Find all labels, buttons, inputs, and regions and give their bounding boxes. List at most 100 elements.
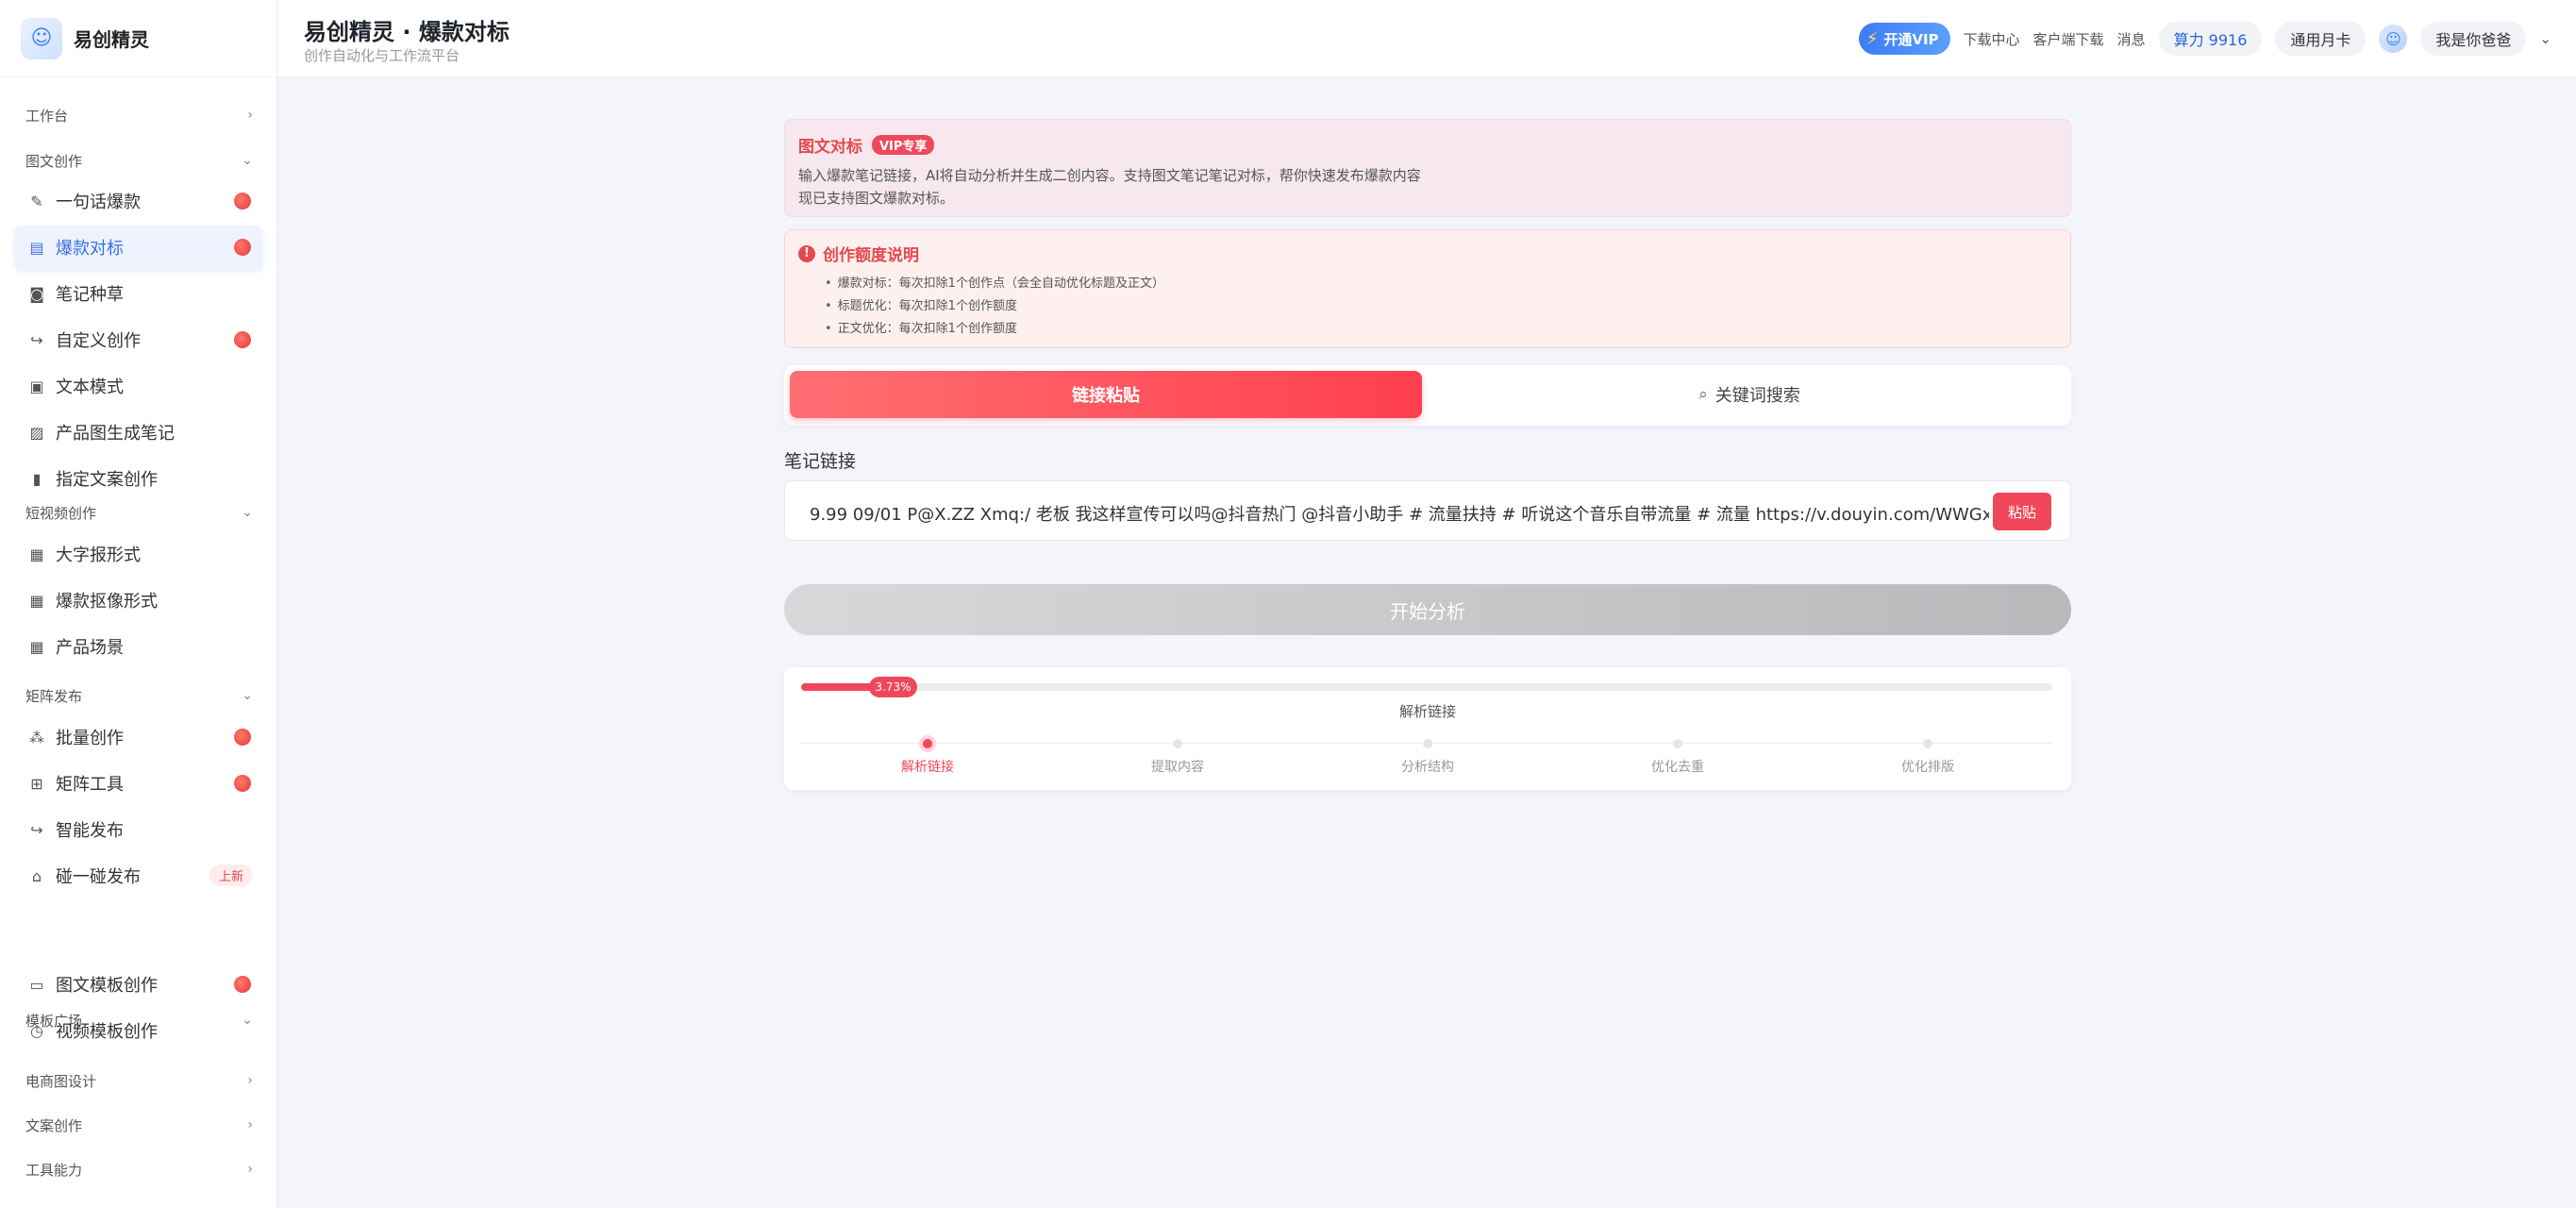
camera-icon: ◙ [29,284,44,303]
pencil-icon: ✎ [30,192,43,210]
hot-icon [234,239,251,256]
chevron-down-icon: ⌄ [242,153,253,168]
client-download-link[interactable]: 客户端下载 [2033,29,2104,49]
sidebar-section-short-video[interactable]: 短视频创作 ⌄ [0,494,277,531]
sidebar-item-label: 爆款抠像形式 [56,592,158,612]
user-menu[interactable]: 我是你爸爸 [2420,22,2527,56]
sidebar-item-label: 指定文案创作 [56,470,158,490]
open-vip-label: 开通VIP [1883,30,1939,48]
brand[interactable]: ☺ 易创精灵 [0,0,276,77]
note-link-input[interactable]: 9.99 09/01 P@X.ZZ Xmq:/ 老板 我这样宣传可以吗@抖音热门… [810,501,1989,524]
sidebar-item-benchmark[interactable]: ▤ 爆款对标 [14,226,262,269]
quota-item: 标题优化：每次扣除1个创作额度 [825,295,2057,318]
sidebar-section-workbench[interactable]: 工作台 › [0,96,277,134]
intro-note: 现已支持图文爆款对标。 [798,190,955,207]
avatar[interactable]: ☺ [2379,25,2408,53]
sidebar-item-matrix-tools[interactable]: ⊞ 矩阵工具 [14,762,262,805]
sidebar-section-matrix-publish[interactable]: 矩阵发布 ⌄ [0,677,277,714]
quota-title: 创作额度说明 [823,246,919,265]
sidebar-section-tools[interactable]: 工具能力 › [0,1150,277,1188]
note-link-label: 笔记链接 [784,451,857,472]
sidebar-item-notes-seeding[interactable]: ◙ 笔记种草 [14,272,262,315]
sidebar-item-cutout[interactable]: ▦ 爆款抠像形式 [14,579,262,622]
calendar-icon: ▦ [29,591,44,610]
sidebar-section-label: 矩阵发布 [25,687,83,705]
sidebar-item-label: 文本模式 [56,378,124,397]
doc-icon: ▣ [29,377,44,395]
search-icon: ⌕ [1698,385,1708,404]
step-label: 优化去重 [1651,760,1704,775]
warning-icon: ! [798,244,815,262]
sidebar-item-label: 视频模板创作 [56,1022,158,1042]
messages-link[interactable]: 消息 [2117,29,2146,49]
sidebar-item-custom-creation[interactable]: ↪ 自定义创作 [14,318,262,361]
step-label: 优化排版 [1901,760,1954,775]
step-label: 提取内容 [1151,760,1204,775]
share-icon: ↪ [30,820,43,839]
hot-icon [234,729,251,746]
sidebar-item-label: 图文模板创作 [56,976,158,996]
step-dot [1173,739,1182,748]
download-center-link[interactable]: 下载中心 [1964,29,2020,49]
sidebar-section-label: 短视频创作 [25,504,97,522]
sidebar-item-label: 自定义创作 [56,331,141,351]
sidebar-item-tap-publish[interactable]: ⌂ 碰一碰发布 上新 [14,854,262,898]
open-vip-button[interactable]: ⚡ 开通VIP [1858,23,1950,55]
power-balance[interactable]: 算力 9916 [2158,22,2263,56]
intro-description: 输入爆款笔记链接，AI将自动分析并生成二创内容。支持图文笔记笔记对标，帮你快速发… [798,167,1421,184]
sidebar-section-label: 工具能力 [25,1161,83,1179]
step-analyze-structure: 分析结构 [1371,737,1484,776]
note-link-field[interactable]: 9.99 09/01 P@X.ZZ Xmq:/ 老板 我这样宣传可以吗@抖音热门… [784,480,2071,541]
paste-button[interactable]: 粘贴 [1993,493,2051,530]
timer-icon: ◷ [30,1021,43,1040]
sidebar-item-label: 产品图生成笔记 [56,424,175,444]
share-icon: ↪ [30,330,43,349]
monthly-card[interactable]: 通用月卡 [2275,22,2367,56]
sidebar-item-one-sentence[interactable]: ✎ 一句话爆款 [14,179,262,223]
topbar: 易创精灵 · 爆款对标 创作自动化与工作流平台 ⚡ 开通VIP 下载中心 客户端… [278,0,2576,77]
page-title: 易创精灵 · 爆款对标 [304,19,510,45]
calendar-icon: ▦ [29,545,44,563]
network-icon: ⁂ [29,728,44,747]
main-content: 图文对标 VIP专享 输入爆款笔记链接，AI将自动分析并生成二创内容。支持图文笔… [278,77,2576,1208]
hot-icon [234,976,251,993]
vip-exclusive-badge: VIP专享 [872,135,935,155]
quota-card: ! 创作额度说明 爆款对标：每次扣除1个创作点（会全自动优化标题及正文） 标题优… [784,229,2071,348]
sidebar-item-product-image-notes[interactable]: ▨ 产品图生成笔记 [14,411,262,454]
sidebar-item-label: 矩阵工具 [56,775,124,795]
sidebar-section-label: 图文创作 [25,152,83,170]
sidebar-item-label: 爆款对标 [56,239,124,259]
quota-list: 爆款对标：每次扣除1个创作点（会全自动优化标题及正文） 标题优化：每次扣除1个创… [798,273,2057,341]
tab-keyword-search[interactable]: ⌕ 关键词搜索 [1433,371,2066,418]
chart-icon: ▤ [29,238,44,257]
step-optimize-layout: 优化排版 [1871,737,1984,776]
calendar-icon: ▦ [29,637,44,656]
grid-icon: ⊞ [30,774,43,793]
page-subtitle: 创作自动化与工作流平台 [304,47,460,64]
tab-link-paste[interactable]: 链接粘贴 [790,371,1422,418]
chevron-right-icon: › [247,108,253,123]
sidebar-item-image-template[interactable]: ▭ 图文模板创作 [14,963,262,1006]
sidebar-item-text-mode[interactable]: ▣ 文本模式 [14,364,262,408]
sidebar-item-batch-create[interactable]: ⁂ 批量创作 [14,715,262,759]
sidebar-item-label: 笔记种草 [56,285,124,305]
layout-icon: ▭ [29,975,44,994]
sidebar-section-ecommerce-design[interactable]: 电商图设计 › [0,1062,277,1099]
sidebar-section-label: 电商图设计 [25,1072,97,1090]
start-analysis-button[interactable]: 开始分析 [784,584,2071,635]
intro-title: 图文对标 [798,138,862,157]
sidebar-item-video-template[interactable]: ◷ 视频模板创作 [14,1009,262,1052]
chevron-down-icon[interactable]: ⌄ [2539,30,2551,47]
hot-icon [234,331,251,348]
quota-item: 正文优化：每次扣除1个创作额度 [825,318,2057,341]
sidebar-item-label: 批量创作 [56,729,124,748]
sidebar-item-smart-publish[interactable]: ↪ 智能发布 [14,808,262,851]
sidebar-item-big-poster[interactable]: ▦ 大字报形式 [14,532,262,576]
sidebar-section-copywriting[interactable]: 文案创作 › [0,1106,277,1144]
quota-item: 爆款对标：每次扣除1个创作点（会全自动优化标题及正文） [825,273,2057,295]
sidebar-item-product-scene[interactable]: ▦ 产品场景 [14,625,262,668]
step-dot [923,739,932,748]
sidebar-section-image-text[interactable]: 图文创作 ⌄ [0,142,277,179]
step-dot [1923,739,1932,748]
new-badge: 上新 [209,864,253,886]
